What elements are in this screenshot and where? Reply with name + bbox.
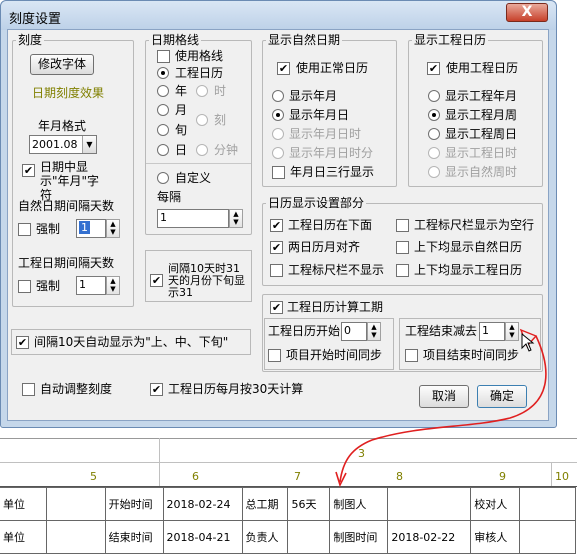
annotation-arrow <box>335 328 547 488</box>
annotation-arrow-path <box>339 335 547 483</box>
mouse-cursor-icon <box>521 333 535 352</box>
